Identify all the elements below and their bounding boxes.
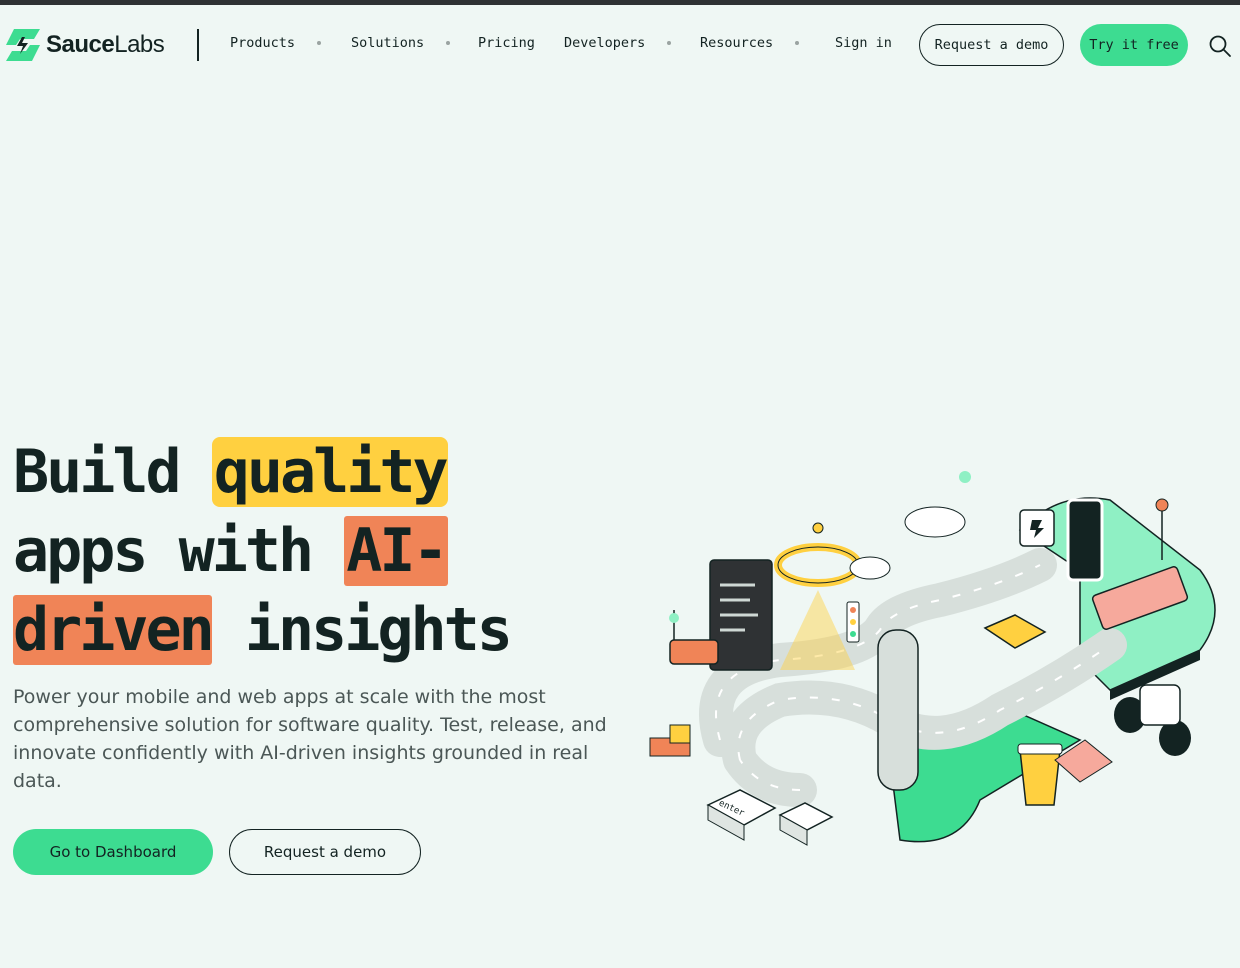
nav-pricing-label: Pricing xyxy=(478,35,535,51)
headline-text: insights xyxy=(211,595,513,665)
nav-developers[interactable]: Developers xyxy=(564,35,672,51)
headline-highlight-driven: driven xyxy=(13,595,215,665)
headline-highlight-ai: AI- xyxy=(344,516,449,586)
headline-text: apps with xyxy=(13,516,345,586)
nav-solutions[interactable]: Solutions xyxy=(351,35,451,51)
headline-highlight-quality: quality xyxy=(211,437,449,507)
camera xyxy=(669,639,719,665)
nav-products-label: Products xyxy=(230,35,296,51)
nav-products[interactable]: Products xyxy=(230,35,322,51)
logo-divider xyxy=(197,29,199,61)
go-to-dashboard-button[interactable]: Go to Dashboard xyxy=(13,829,213,875)
request-demo-hero-button[interactable]: Request a demo xyxy=(229,829,421,875)
dropdown-dot-icon xyxy=(795,41,800,45)
nav-pricing[interactable]: Pricing xyxy=(478,35,535,51)
sign-in-label: Sign in xyxy=(835,35,892,51)
request-demo-hero-label: Request a demo xyxy=(263,843,387,861)
saucelabs-logo-icon xyxy=(6,29,40,61)
headline-text: Build xyxy=(13,437,212,507)
hero-illustration: enter xyxy=(649,471,1216,846)
cloud xyxy=(904,506,966,538)
saucelabs-logo[interactable]: SauceLabs xyxy=(6,29,165,61)
hero-headline: Build quality apps with AI- driven insig… xyxy=(13,433,653,670)
dropdown-dot-icon xyxy=(667,41,672,45)
request-demo-nav-label: Request a demo xyxy=(934,37,1049,53)
try-free-label: Try it free xyxy=(1089,37,1179,53)
try-free-button[interactable]: Try it free xyxy=(1080,24,1188,66)
phone xyxy=(1066,498,1104,582)
dropdown-dot-icon xyxy=(317,41,322,45)
dropdown-dot-icon xyxy=(446,41,451,45)
search-icon[interactable] xyxy=(1208,34,1232,58)
request-demo-nav-button[interactable]: Request a demo xyxy=(919,24,1064,66)
nav-resources[interactable]: Resources xyxy=(700,35,800,51)
main-nav: SauceLabs Products Solutions Pricing Dev… xyxy=(0,5,1240,85)
arrow-sign xyxy=(983,614,1047,649)
coffee-cup xyxy=(1019,749,1061,806)
sign-in-link[interactable]: Sign in xyxy=(835,35,892,51)
nav-solutions-label: Solutions xyxy=(351,35,425,51)
logo-wordmark: SauceLabs xyxy=(46,31,165,58)
nav-resources-label: Resources xyxy=(700,35,774,51)
road-pillar xyxy=(877,629,919,791)
nav-developers-label: Developers xyxy=(564,35,646,51)
go-to-dashboard-label: Go to Dashboard xyxy=(49,843,177,861)
hero-subtitle: Power your mobile and web apps at scale … xyxy=(13,686,607,792)
